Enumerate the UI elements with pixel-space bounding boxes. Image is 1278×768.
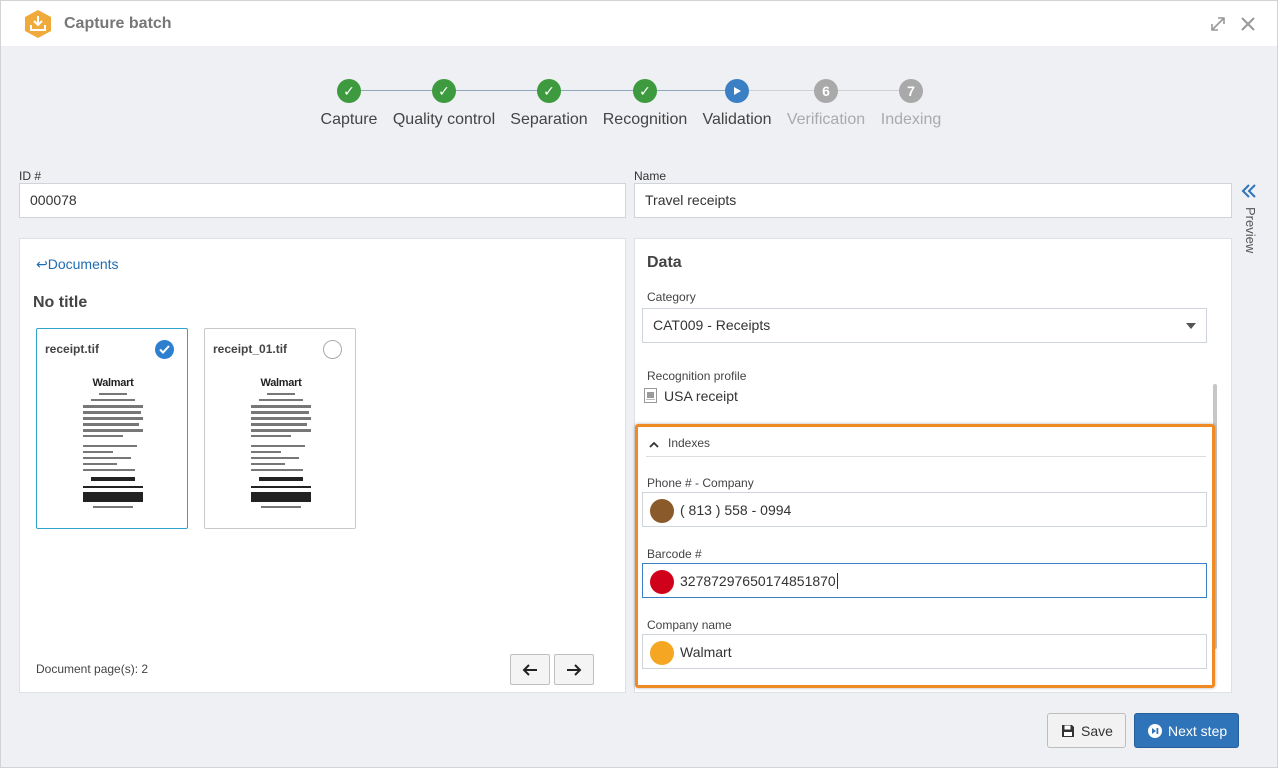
receipt-image: Walmart xyxy=(245,377,317,517)
arrow-left-icon xyxy=(522,663,537,676)
receipt-image: Walmart xyxy=(77,377,149,517)
profile-value: USA receipt xyxy=(664,388,738,404)
profile-label: Recognition profile xyxy=(647,369,747,383)
step-number: 7 xyxy=(899,79,923,103)
category-select[interactable]: CAT009 - Receipts xyxy=(642,308,1207,343)
thumbnail-filename: receipt.tif xyxy=(45,342,100,356)
indexes-toggle[interactable]: Indexes xyxy=(646,433,1206,457)
data-title: Data xyxy=(647,254,682,271)
next-step-button[interactable]: Next step xyxy=(1134,713,1239,748)
step-label: Verification xyxy=(786,111,866,128)
play-icon xyxy=(725,79,749,103)
double-chevron-left-icon xyxy=(1241,184,1256,198)
capture-batch-window: Capture batch ✓ Capture ✓ Quality contro… xyxy=(0,0,1278,768)
chevron-up-icon xyxy=(649,441,659,448)
text-cursor xyxy=(836,573,838,589)
name-input[interactable]: Travel receipts xyxy=(634,183,1232,218)
step-separation[interactable]: ✓ Separation xyxy=(501,79,597,129)
barcode-input[interactable]: 32787297650174851870 xyxy=(642,563,1207,598)
documents-panel: ↩Documents No title receipt.tif Walmart xyxy=(19,238,626,693)
page-count: Document page(s): 2 xyxy=(36,662,149,676)
step-recognition[interactable]: ✓ Recognition xyxy=(595,79,695,129)
barcode-value-wrap: 32787297650174851870 xyxy=(680,573,838,589)
step-label: Capture xyxy=(320,111,378,128)
floppy-disk-icon xyxy=(1062,724,1074,737)
save-label: Save xyxy=(1081,722,1113,739)
step-capture[interactable]: ✓ Capture xyxy=(311,79,387,129)
indexes-section: Indexes Phone # - Company ( 813 ) 558 - … xyxy=(635,424,1215,688)
barcode-value: 32787297650174851870 xyxy=(680,573,836,589)
documents-back-link[interactable]: ↩Documents xyxy=(36,256,119,273)
name-label: Name xyxy=(634,169,667,183)
skip-forward-icon xyxy=(1148,723,1162,738)
barcode-label: Barcode # xyxy=(647,547,702,561)
step-quality-control[interactable]: ✓ Quality control xyxy=(384,79,504,129)
thumbnail-filename: receipt_01.tif xyxy=(213,342,288,356)
step-label: Separation xyxy=(510,111,588,128)
receipt-logo: Walmart xyxy=(260,377,302,389)
download-tray-icon xyxy=(23,9,53,39)
back-link-label: Documents xyxy=(47,256,119,272)
receipt-logo: Walmart xyxy=(92,377,134,389)
step-label: Recognition xyxy=(602,111,688,128)
step-label: Indexing xyxy=(880,111,942,128)
document-title: No title xyxy=(33,294,88,311)
step-number: 6 xyxy=(814,79,838,103)
wizard-stepper: ✓ Capture ✓ Quality control ✓ Separation… xyxy=(1,76,1277,136)
unchecked-circle-icon[interactable] xyxy=(323,340,342,359)
step-label: Quality control xyxy=(392,111,496,128)
arrow-right-icon xyxy=(567,663,582,676)
indexes-label: Indexes xyxy=(668,436,711,450)
phone-input[interactable]: ( 813 ) 558 - 0994 xyxy=(642,492,1207,527)
back-arrow-icon: ↩ xyxy=(36,256,48,272)
document-scan-icon xyxy=(644,388,657,403)
color-swatch xyxy=(650,570,674,594)
checkmark-icon: ✓ xyxy=(432,79,456,103)
title-bar: Capture batch xyxy=(1,1,1277,46)
previous-page-button[interactable] xyxy=(510,654,550,685)
checked-circle-icon[interactable] xyxy=(155,340,174,359)
company-label: Company name xyxy=(647,618,732,632)
color-swatch xyxy=(650,499,674,523)
checkmark-icon: ✓ xyxy=(337,79,361,103)
save-button[interactable]: Save xyxy=(1047,713,1126,748)
step-verification: 6 Verification xyxy=(779,79,873,129)
phone-label: Phone # - Company xyxy=(647,476,754,490)
document-thumbnail[interactable]: receipt_01.tif Walmart xyxy=(204,328,356,529)
close-icon[interactable] xyxy=(1239,15,1257,33)
company-input[interactable]: Walmart xyxy=(642,634,1207,669)
checkmark-icon: ✓ xyxy=(537,79,561,103)
step-validation[interactable]: Validation xyxy=(694,79,780,129)
document-thumbnail[interactable]: receipt.tif Walmart xyxy=(36,328,188,529)
color-swatch xyxy=(650,641,674,665)
category-label: Category xyxy=(647,290,696,304)
next-page-button[interactable] xyxy=(554,654,594,685)
id-input[interactable]: 000078 xyxy=(19,183,626,218)
id-label: ID # xyxy=(19,169,42,183)
step-indexing: 7 Indexing xyxy=(873,79,949,129)
maximize-icon[interactable] xyxy=(1209,15,1227,33)
preview-label[interactable]: Preview xyxy=(1243,207,1258,253)
caret-down-icon xyxy=(1186,323,1196,329)
window-title: Capture batch xyxy=(64,15,172,32)
phone-value: ( 813 ) 558 - 0994 xyxy=(680,502,792,518)
next-step-label: Next step xyxy=(1168,722,1228,739)
step-label: Validation xyxy=(702,111,772,128)
company-value: Walmart xyxy=(680,644,732,660)
checkmark-icon: ✓ xyxy=(633,79,657,103)
category-value: CAT009 - Receipts xyxy=(653,317,771,333)
